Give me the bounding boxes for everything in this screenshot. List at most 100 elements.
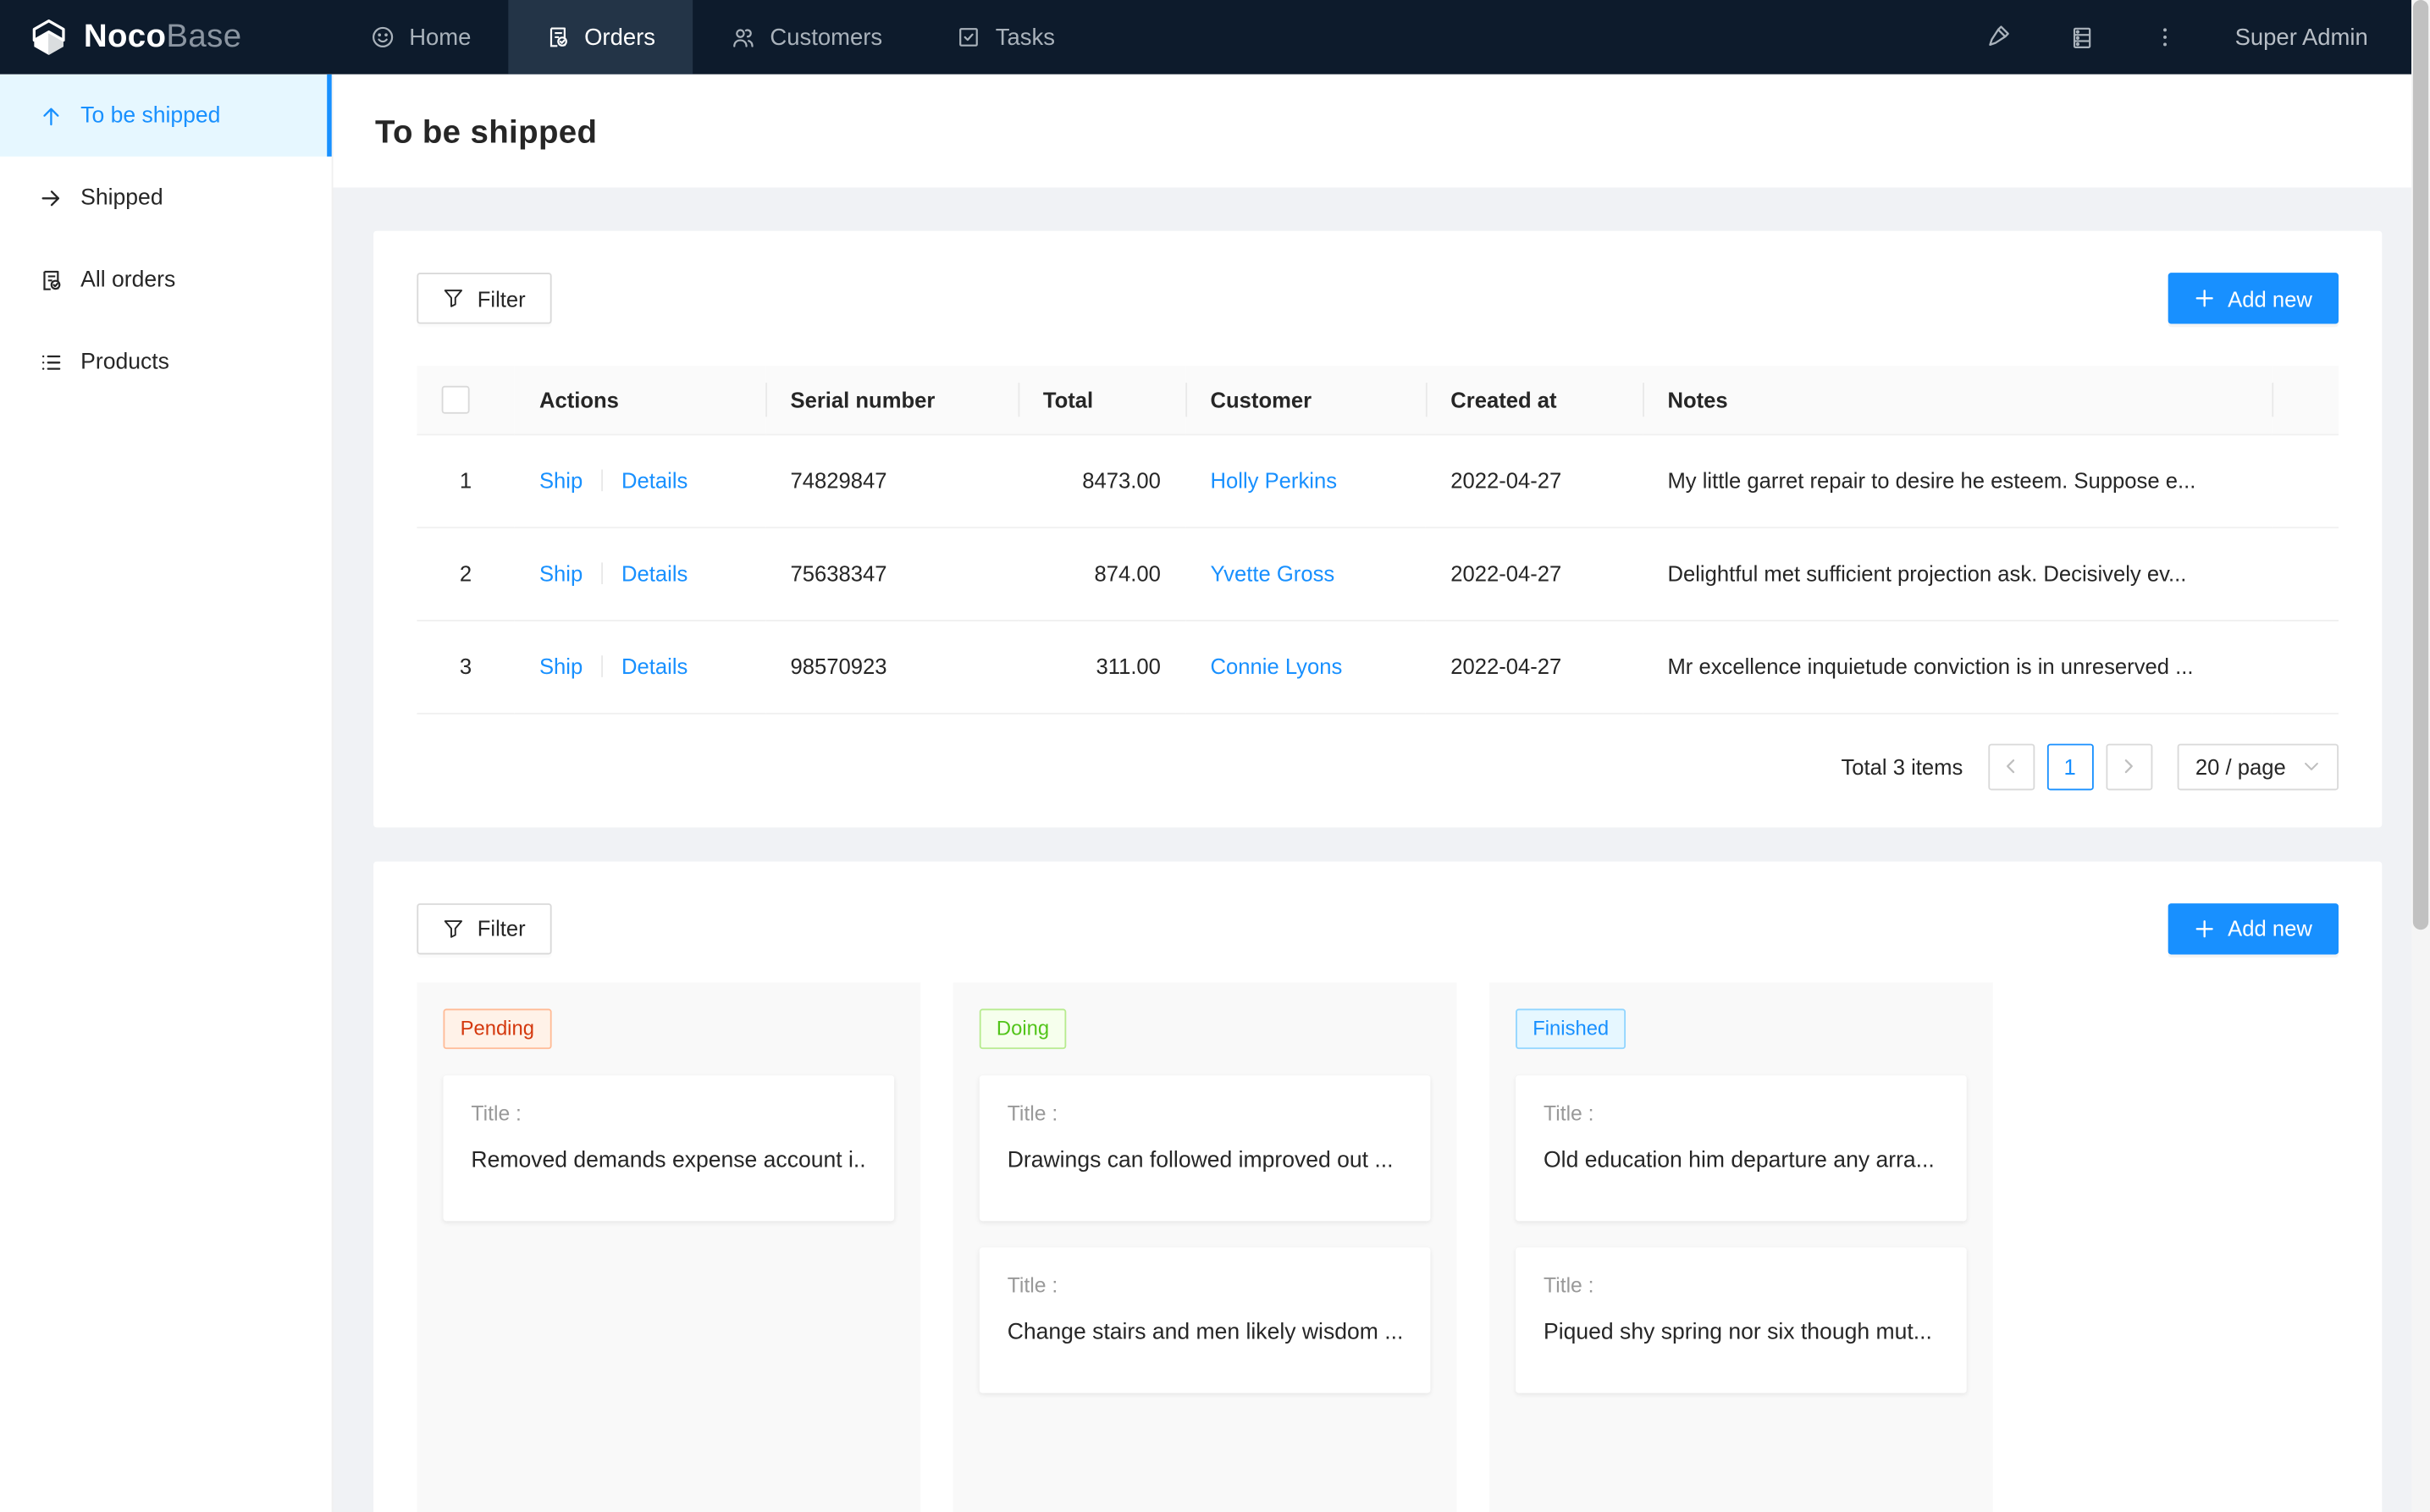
chevron-down-icon bbox=[2303, 758, 2320, 775]
column-header-notes: Notes bbox=[1643, 366, 2272, 434]
tab-label: Orders bbox=[584, 24, 655, 50]
chevron-left-icon bbox=[2002, 758, 2019, 775]
action-divider bbox=[601, 470, 603, 492]
app-window: NocoBase Home bbox=[0, 0, 2430, 1512]
customer-link[interactable]: Yvette Gross bbox=[1211, 561, 1335, 586]
sidebar-item-all-orders[interactable]: All orders bbox=[0, 239, 332, 321]
card-field-label: Title : bbox=[1008, 1273, 1403, 1296]
orders-table: Actions Serial number Total Customer Cre… bbox=[417, 366, 2339, 714]
filter-button-label: Filter bbox=[478, 286, 526, 311]
nocobase-logo[interactable]: NocoBase bbox=[0, 0, 334, 74]
page-size-select[interactable]: 20 / page bbox=[2177, 743, 2339, 790]
sidebar-item-label: All orders bbox=[80, 268, 175, 292]
sidebar-item-shipped[interactable]: Shipped bbox=[0, 157, 332, 239]
kanban-column-finished: Finished Title : Old education him depar… bbox=[1489, 982, 1993, 1512]
serial-number-cell: 74829847 bbox=[765, 433, 1018, 527]
smile-icon bbox=[370, 25, 395, 49]
tab-orders[interactable]: Orders bbox=[508, 0, 693, 74]
order-document-icon bbox=[545, 25, 570, 49]
add-new-button[interactable]: Add new bbox=[2168, 902, 2339, 953]
logo-wordmark: NocoBase bbox=[84, 19, 242, 56]
kanban-column-doing: Doing Title : Drawings can followed impr… bbox=[953, 982, 1457, 1512]
kanban-block: Filter Add new bbox=[373, 861, 2382, 1512]
plugins-server-icon[interactable] bbox=[2069, 24, 2096, 50]
pagination-prev-button[interactable] bbox=[1988, 743, 2035, 790]
total-cell: 8473.00 bbox=[1019, 433, 1186, 527]
orders-toolbar: Filter Add new bbox=[417, 273, 2339, 323]
filter-funnel-icon bbox=[443, 918, 463, 938]
tab-label: Tasks bbox=[996, 24, 1055, 50]
add-new-button[interactable]: Add new bbox=[2168, 273, 2339, 323]
chevron-right-icon bbox=[2120, 758, 2137, 775]
ui-editor-highlighter-icon[interactable] bbox=[1984, 23, 2012, 51]
details-link[interactable]: Details bbox=[621, 654, 688, 678]
filter-button[interactable]: Filter bbox=[417, 902, 551, 953]
order-document-icon bbox=[39, 268, 64, 292]
total-cell: 874.00 bbox=[1019, 527, 1186, 620]
created-at-cell: 2022-04-27 bbox=[1426, 620, 1643, 713]
status-badge: Doing bbox=[980, 1008, 1066, 1049]
kanban-card[interactable]: Title : Drawings can followed improved o… bbox=[980, 1074, 1431, 1220]
ship-link[interactable]: Ship bbox=[539, 654, 583, 678]
add-new-button-label: Add new bbox=[2228, 286, 2312, 311]
extra-cell bbox=[2272, 620, 2339, 713]
details-link[interactable]: Details bbox=[621, 468, 688, 493]
kanban-card[interactable]: Title : Old education him departure any … bbox=[1516, 1074, 1967, 1220]
table-row: 3 ShipDetails 98570923 311.00 Connie Lyo… bbox=[417, 620, 2339, 713]
tab-customers[interactable]: Customers bbox=[693, 0, 920, 74]
kanban-card[interactable]: Title : Piqued shy spring nor six though… bbox=[1516, 1247, 1967, 1393]
customers-people-icon bbox=[730, 24, 756, 50]
main-content: To be shipped Filter bbox=[334, 74, 2412, 1512]
created-at-cell: 2022-04-27 bbox=[1426, 527, 1643, 620]
card-field-label: Title : bbox=[1544, 1101, 1939, 1123]
card-title-text: Piqued shy spring nor six though mut... bbox=[1544, 1320, 1939, 1344]
current-user[interactable]: Super Admin bbox=[2235, 24, 2368, 50]
top-navbar: NocoBase Home bbox=[0, 0, 2411, 74]
plus-icon bbox=[2194, 918, 2214, 938]
details-link[interactable]: Details bbox=[621, 561, 688, 586]
tab-home[interactable]: Home bbox=[334, 0, 509, 74]
nocobase-cube-icon bbox=[28, 16, 69, 58]
notes-cell: Delightful met sufficient projection ask… bbox=[1643, 527, 2272, 620]
vertical-scrollbar[interactable] bbox=[2411, 0, 2430, 1512]
column-header-actions: Actions bbox=[515, 366, 766, 434]
kanban-card[interactable]: Title : Change stairs and men likely wis… bbox=[980, 1247, 1431, 1393]
sidebar-item-products[interactable]: Products bbox=[0, 321, 332, 403]
ship-link[interactable]: Ship bbox=[539, 561, 583, 586]
plus-icon bbox=[2194, 288, 2214, 308]
row-index: 2 bbox=[417, 527, 514, 620]
notes-cell: Mr excellence inquietude conviction is i… bbox=[1643, 620, 2272, 713]
total-cell: 311.00 bbox=[1019, 620, 1186, 713]
more-ellipsis-icon[interactable] bbox=[2153, 25, 2178, 49]
select-all-checkbox[interactable] bbox=[442, 386, 470, 414]
filter-button[interactable]: Filter bbox=[417, 273, 551, 323]
filter-funnel-icon bbox=[443, 288, 463, 308]
pagination-page-1[interactable]: 1 bbox=[2046, 743, 2093, 790]
card-field-label: Title : bbox=[1008, 1101, 1403, 1123]
status-badge: Finished bbox=[1516, 1008, 1626, 1049]
action-divider bbox=[601, 562, 603, 584]
pagination-next-button[interactable] bbox=[2106, 743, 2152, 790]
column-header-created-at: Created at bbox=[1426, 366, 1643, 434]
table-header-row: Actions Serial number Total Customer Cre… bbox=[417, 366, 2339, 434]
add-new-button-label: Add new bbox=[2228, 916, 2312, 941]
column-header-customer: Customer bbox=[1185, 366, 1426, 434]
card-title-text: Drawings can followed improved out ... bbox=[1008, 1147, 1403, 1172]
kanban-card[interactable]: Title : Removed demands expense account … bbox=[443, 1074, 894, 1220]
serial-number-cell: 98570923 bbox=[765, 620, 1018, 713]
sidebar-item-label: Shipped bbox=[80, 185, 163, 210]
column-header-total: Total bbox=[1019, 366, 1186, 434]
main-menu: Home Orders bbox=[334, 0, 1092, 74]
customer-link[interactable]: Holly Perkins bbox=[1211, 468, 1338, 493]
tab-label: Home bbox=[409, 24, 471, 50]
ship-link[interactable]: Ship bbox=[539, 468, 583, 493]
sidebar-item-to-be-shipped[interactable]: To be shipped bbox=[0, 74, 332, 157]
scrollbar-thumb[interactable] bbox=[2413, 0, 2428, 930]
tab-tasks[interactable]: Tasks bbox=[920, 0, 1092, 74]
sidebar-item-label: To be shipped bbox=[80, 103, 220, 128]
page-size-value: 20 / page bbox=[2195, 753, 2286, 778]
column-header-serial-number: Serial number bbox=[765, 366, 1018, 434]
kanban-toolbar: Filter Add new bbox=[417, 902, 2339, 953]
card-title-text: Removed demands expense account i... bbox=[471, 1147, 866, 1172]
customer-link[interactable]: Connie Lyons bbox=[1211, 654, 1343, 678]
